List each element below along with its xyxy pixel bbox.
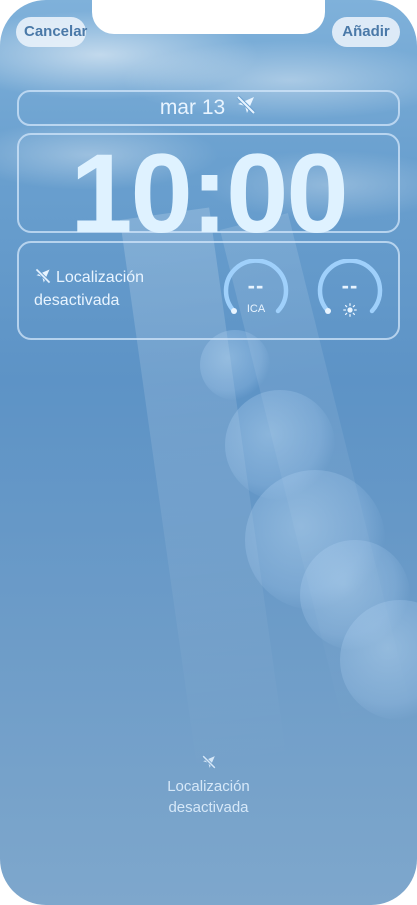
sun-icon [316,303,384,320]
uv-value: -- [341,273,359,298]
widgets-frame[interactable]: Localización desactivada -- ICA -- [17,241,400,340]
lock-screen-editor: Cancelar Añadir mar 13 10:00 Localizació… [0,0,417,905]
clock-time: 10:00 [70,131,348,256]
add-button[interactable]: Añadir [332,17,400,47]
location-off-icon [235,94,257,122]
location-status-widget[interactable]: Localización desactivada [34,267,204,311]
date-text: mar 13 [159,96,226,119]
bottom-location-line1: Localización [167,778,250,795]
cancel-button[interactable]: Cancelar [16,17,87,47]
location-off-icon [0,754,417,776]
time-frame[interactable]: 10:00 [17,131,400,256]
aqi-value: -- [247,273,265,298]
bottom-location-notice: Localización desactivada [0,754,417,818]
bokeh-light [200,330,270,400]
aqi-label: ICA [246,303,266,315]
date-widget-frame[interactable]: mar 13 [17,90,400,126]
bottom-location-line2: desactivada [168,799,249,816]
aqi-gauge-widget[interactable]: -- ICA [222,259,290,323]
uv-gauge-widget[interactable]: -- [316,259,384,323]
location-off-icon [34,267,52,291]
device-notch [92,0,325,34]
